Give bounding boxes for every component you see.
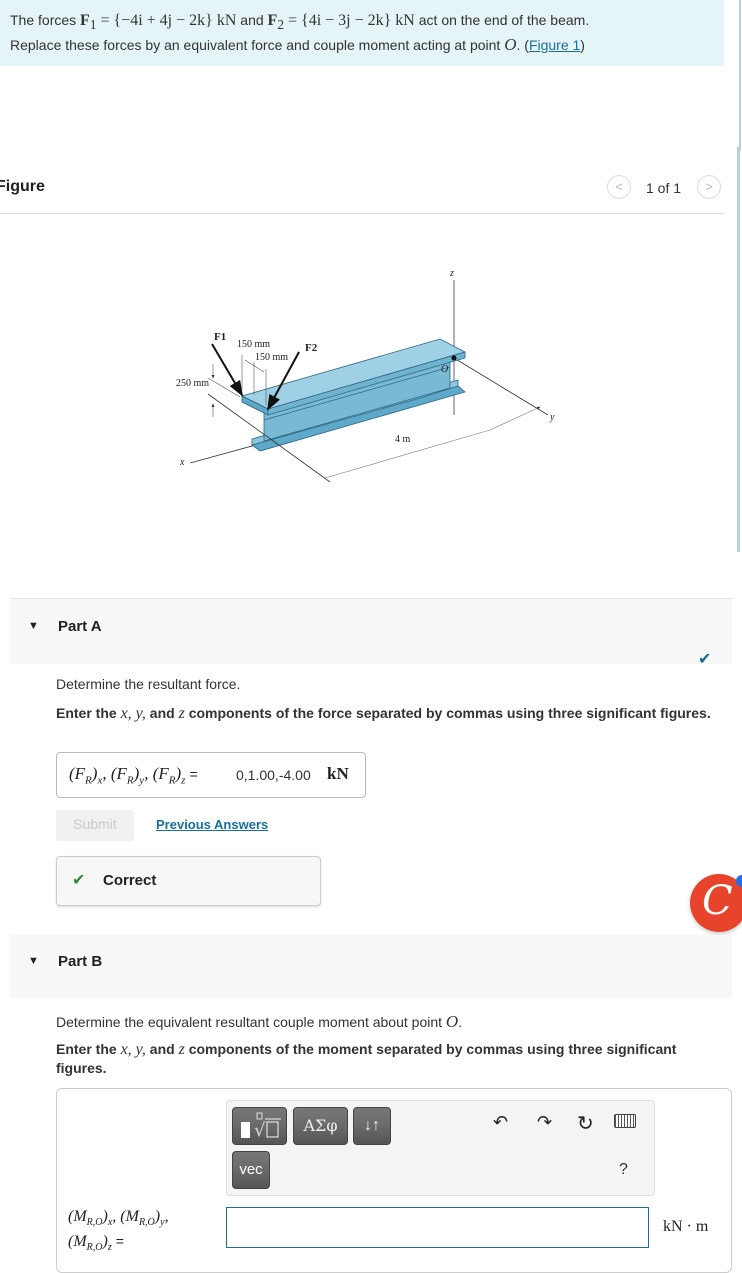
- part-a-instruction: Enter the x, y, and z components of the …: [56, 705, 711, 722]
- label-y-axis: y: [549, 412, 555, 423]
- part-a-prompt: Determine the resultant force.: [56, 676, 241, 692]
- figure-prev-button[interactable]: <: [607, 175, 631, 199]
- feedback-text: Correct: [103, 872, 157, 889]
- beam-figure: F1 150 mm 150 mm F2 250 mm 4 m x y z O: [176, 268, 555, 483]
- extension-badge[interactable]: C: [690, 874, 742, 932]
- templates-button[interactable]: √: [232, 1107, 287, 1145]
- part-b-title: Part B: [58, 953, 103, 970]
- label-150-b: 150 mm: [255, 352, 288, 363]
- part-a-answer-unit: kN: [327, 764, 349, 783]
- part-b-answer-label: (MR,O)x, (MR,O)y, (MR,O)z =: [68, 1208, 169, 1254]
- point-o: O: [504, 35, 517, 55]
- reset-icon[interactable]: ↻: [577, 1111, 594, 1136]
- part-a-answer-box: (FR)x, (FR)y, (FR)z = 0,1.00,-4.00 kN: [56, 752, 366, 798]
- label-origin: O: [441, 364, 448, 375]
- checkmark-icon: ✔: [72, 872, 86, 889]
- chevron-right-icon: >: [705, 179, 713, 194]
- label-z-axis: z: [449, 268, 454, 279]
- part-b-header[interactable]: ▼ Part B: [10, 935, 732, 998]
- label-x-axis: x: [179, 457, 185, 468]
- math-toolbar: √ ΑΣφ ↓↑ vec ↶ ↷ ↻ ?: [226, 1100, 655, 1196]
- force-f1: F1 = {−4i + 4j − 2k} kN: [80, 12, 237, 33]
- chevron-left-icon: <: [615, 179, 623, 194]
- submit-button[interactable]: Submit: [56, 810, 134, 841]
- part-a-answer-label: (FR)x, (FR)y, (FR)z =: [69, 764, 198, 787]
- figure-pager: 1 of 1: [646, 180, 682, 196]
- help-icon[interactable]: ?: [619, 1161, 628, 1179]
- part-b-answer-input[interactable]: [226, 1207, 649, 1248]
- previous-answers-link[interactable]: Previous Answers: [156, 817, 268, 832]
- figure-link[interactable]: Figure 1: [529, 37, 580, 53]
- extension-logo-icon: C: [702, 878, 733, 924]
- part-a-title: Part A: [58, 618, 102, 635]
- label-250: 250 mm: [176, 378, 209, 389]
- part-b-prompt: Determine the equivalent resultant coupl…: [56, 1012, 463, 1031]
- scrollbar[interactable]: [737, 147, 740, 552]
- undo-icon[interactable]: ↶: [493, 1112, 508, 1133]
- part-a-answer-value: 0,1.00,-4.00: [236, 767, 311, 783]
- label-150-a: 150 mm: [237, 339, 270, 350]
- completed-check-icon: ✔: [698, 651, 712, 668]
- subscript-superscript-button[interactable]: ↓↑: [353, 1107, 391, 1145]
- force-f1-arrow: [211, 343, 244, 397]
- problem-intro: The forces: [10, 12, 77, 28]
- collapse-triangle-icon[interactable]: ▼: [28, 955, 39, 967]
- figure-next-button[interactable]: >: [697, 175, 721, 199]
- label-f1: F1: [214, 331, 226, 343]
- part-b-instruction: Enter the x, y, and z components of the …: [56, 1041, 677, 1076]
- origin-point: [451, 355, 457, 361]
- figure-header: Figure < 1 of 1 >: [0, 175, 724, 214]
- y-axis: [453, 357, 549, 416]
- problem-line2: Replace these forces by an equivalent fo…: [10, 37, 501, 54]
- redo-icon[interactable]: ↷: [537, 1112, 552, 1133]
- notification-dot: [736, 875, 742, 887]
- panel-divider: [739, 0, 741, 150]
- keyboard-icon[interactable]: [614, 1114, 636, 1128]
- label-f2: F2: [305, 342, 318, 354]
- problem-statement: The forces F1 = {−4i + 4j − 2k} kN and F…: [0, 0, 724, 66]
- part-b-answer-unit: kN · m: [663, 1218, 709, 1235]
- svg-text:√: √: [254, 1120, 266, 1141]
- part-a-header[interactable]: ▼ Part A ✔: [10, 598, 732, 668]
- figure-title: Figure: [0, 178, 45, 195]
- force-f2: F2 = {4i − 3j − 2k} kN: [267, 12, 415, 33]
- greek-symbols-button[interactable]: ΑΣφ: [293, 1107, 348, 1145]
- templates-icon: √: [241, 1112, 281, 1141]
- collapse-triangle-icon[interactable]: ▼: [28, 620, 39, 632]
- feedback-correct: ✔ Correct: [56, 856, 321, 906]
- label-4m: 4 m: [395, 434, 411, 445]
- vector-button[interactable]: vec: [232, 1151, 270, 1189]
